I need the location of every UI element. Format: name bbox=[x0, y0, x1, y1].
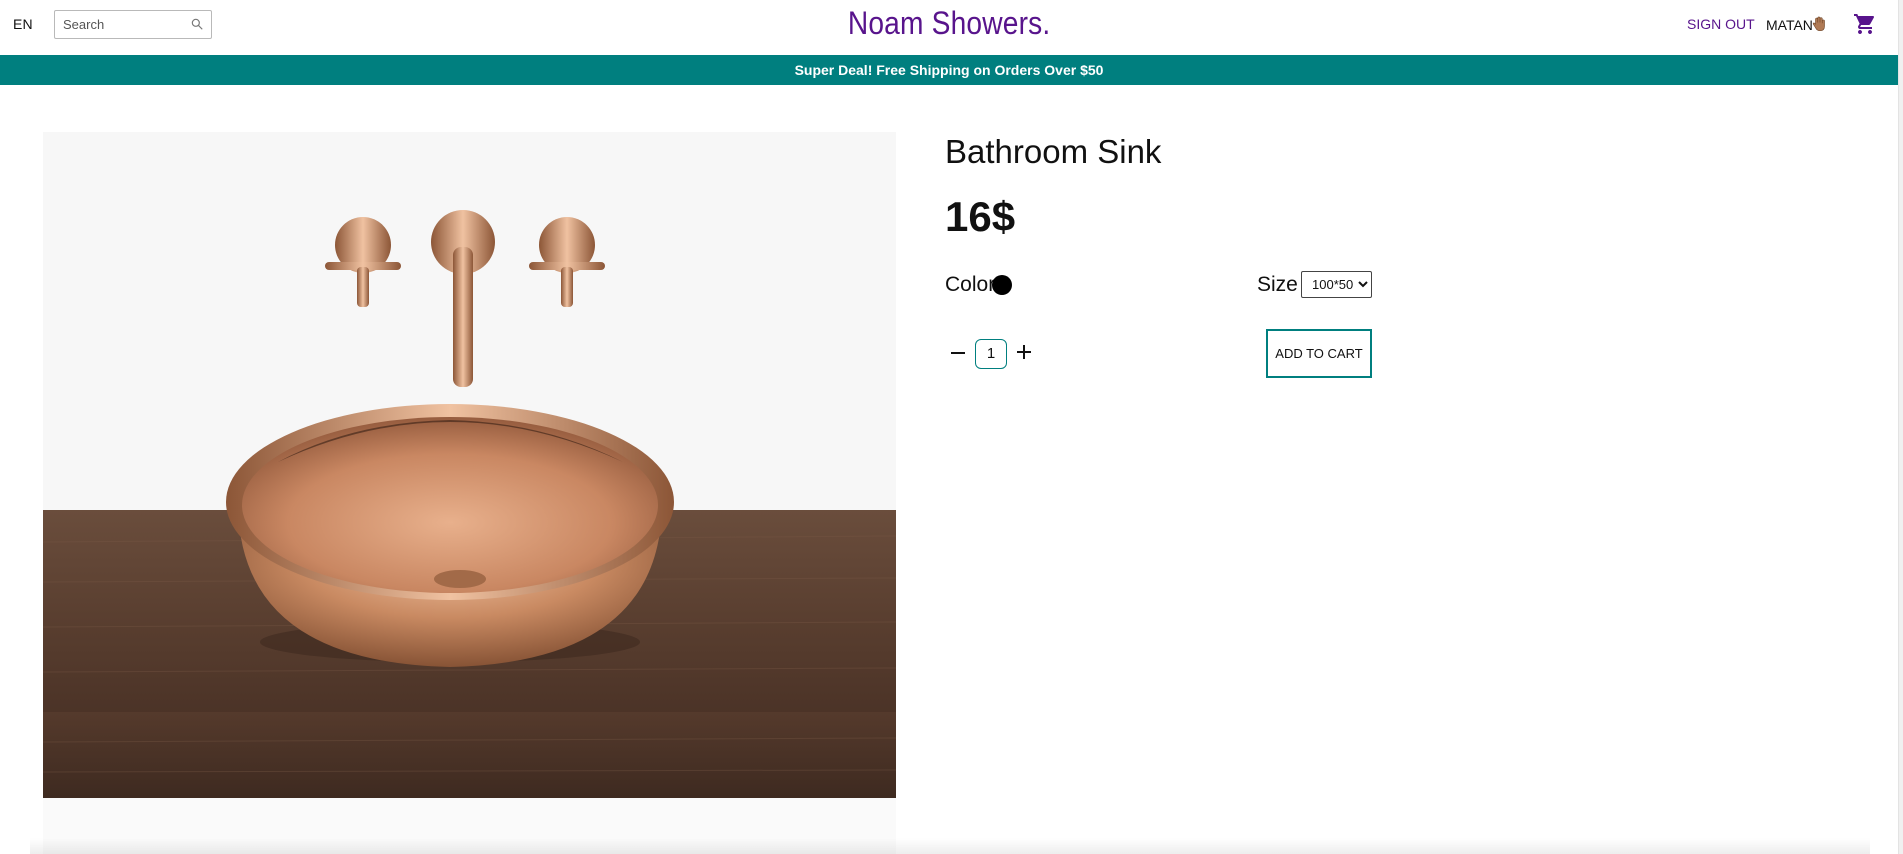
top-navigation-bar: EN Noam Showers. SIGN OUT MATAN bbox=[0, 0, 1898, 55]
brand-name: Noam Showers. bbox=[847, 5, 1051, 41]
size-label: Size bbox=[1257, 273, 1298, 296]
color-swatch-black[interactable] bbox=[992, 275, 1012, 295]
product-image bbox=[43, 132, 896, 854]
color-label: Color bbox=[945, 273, 996, 296]
product-title: Bathroom Sink bbox=[945, 133, 1162, 170]
user-name: MATAN bbox=[1766, 17, 1813, 33]
sign-out-link[interactable]: SIGN OUT bbox=[1687, 16, 1755, 32]
size-select[interactable]: 100*50 bbox=[1301, 271, 1372, 298]
product-photo bbox=[43, 132, 896, 854]
waving-hand-icon bbox=[1812, 16, 1825, 32]
scrollbar[interactable] bbox=[1898, 0, 1903, 854]
minus-icon[interactable] bbox=[950, 343, 966, 363]
section-divider-shadow bbox=[30, 838, 1870, 854]
add-to-cart-button[interactable]: ADD TO CART bbox=[1266, 329, 1372, 378]
plus-icon[interactable] bbox=[1016, 344, 1032, 360]
promo-banner: Super Deal! Free Shipping on Orders Over… bbox=[0, 55, 1898, 85]
site-logo[interactable]: Noam Showers. bbox=[0, 5, 1898, 42]
product-price: 16$ bbox=[945, 193, 1016, 240]
shopping-cart-icon[interactable] bbox=[1853, 12, 1877, 36]
quantity-value[interactable]: 1 bbox=[975, 339, 1007, 369]
